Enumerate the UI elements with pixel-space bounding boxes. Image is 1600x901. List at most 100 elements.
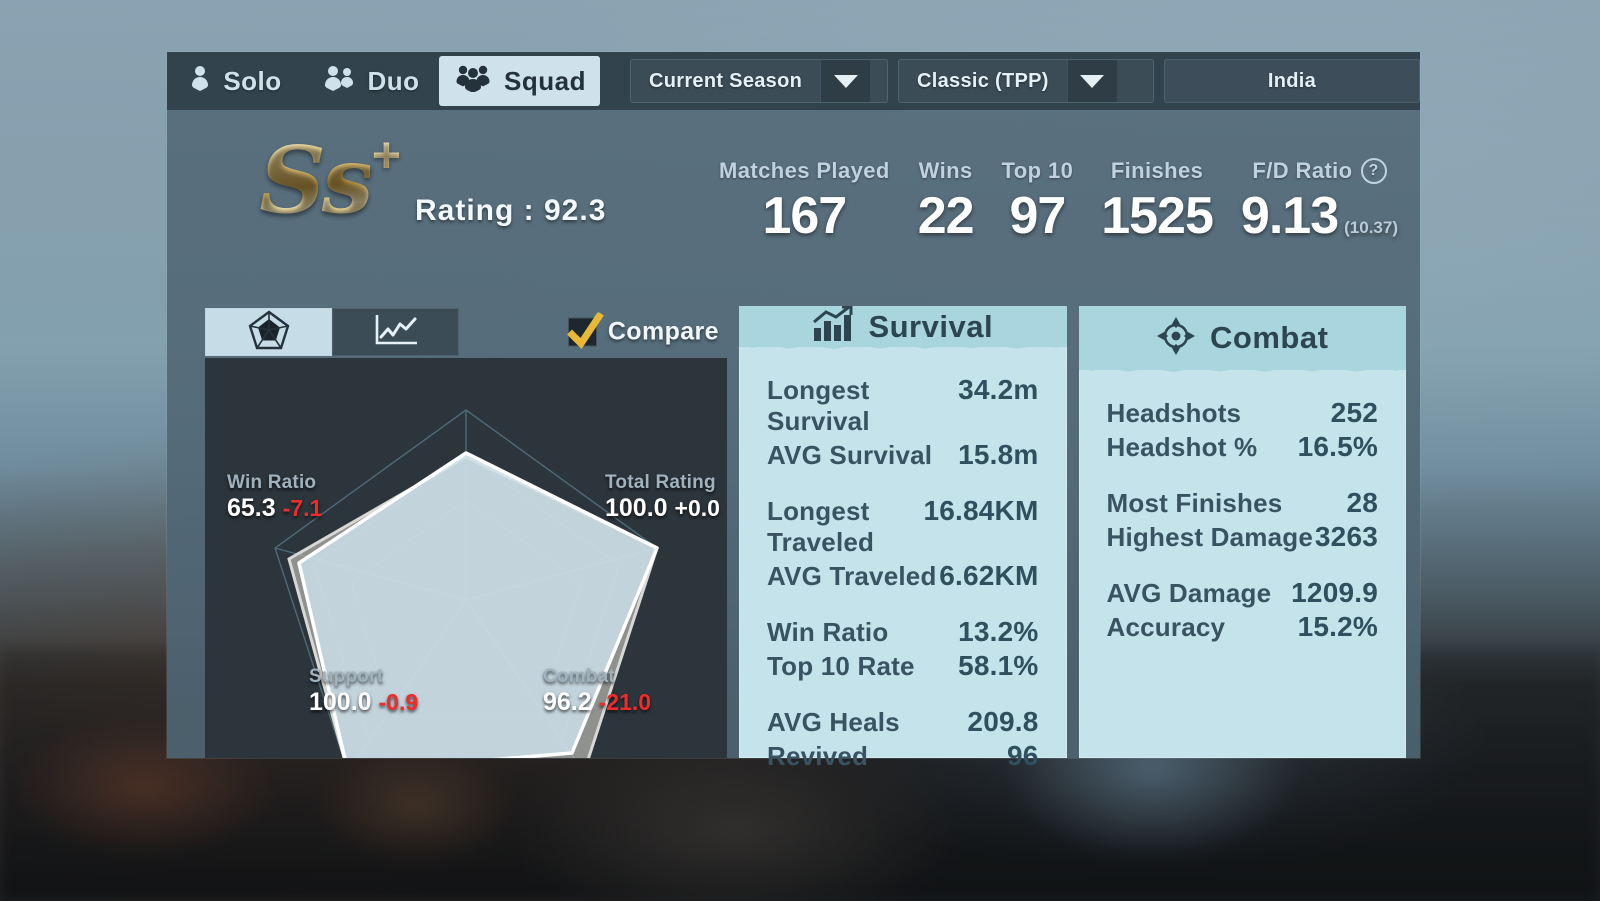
compare-toggle[interactable]: Compare	[566, 312, 719, 349]
survival-panel-header: Survival	[739, 305, 1067, 347]
mode-tab-bar: Solo Duo Squad Current Season Classic (T…	[167, 52, 1420, 110]
region-field[interactable]: India	[1164, 59, 1420, 103]
mode-dropdown[interactable]: Classic (TPP)	[898, 59, 1154, 103]
stat-row: Longest Survival 34.2m	[767, 373, 1039, 438]
stat-row: AVG Traveled 6.62KM	[767, 559, 1039, 593]
stat-name: Longest Survival	[767, 375, 870, 436]
rating-line: Rating : 92.3	[415, 194, 606, 228]
stat-label: Top 10	[1001, 158, 1074, 183]
stat-panels: Survival Longest Survival 34.2m AVG Surv…	[739, 305, 1407, 771]
question-mark-icon[interactable]: ?	[1360, 158, 1387, 184]
tab-solo[interactable]: Solo	[167, 52, 303, 110]
stat-value: 58.1%	[958, 650, 1039, 681]
top-stats-row: Matches Played 167 Wins 22 Top 10 97 Fin…	[705, 158, 1412, 249]
stat-row: Win Ratio 13.2%	[767, 615, 1039, 649]
chart-card: Compare Total Rating 100.0 +0.0 Combat 9…	[205, 306, 727, 758]
survival-panel: Survival Longest Survival 34.2m AVG Surv…	[739, 305, 1067, 771]
season-dropdown[interactable]: Current Season	[630, 59, 888, 103]
stat-value: 15.2%	[1297, 611, 1378, 642]
stat-name: Longest Traveled	[767, 496, 875, 557]
stat-row: AVG Heals 209.8	[767, 705, 1039, 739]
tab-duo-label: Duo	[367, 65, 420, 96]
rank-plus-label: +	[371, 127, 401, 183]
stat-value: 252	[1330, 397, 1378, 428]
stat-value: 6.62KM	[939, 560, 1039, 591]
stat-label: Finishes	[1110, 158, 1204, 183]
stat-value: 16.84KM	[923, 495, 1039, 526]
four-person-icon	[453, 64, 493, 99]
radar-chart-svg	[274, 409, 659, 758]
crosshair-icon	[1156, 316, 1196, 361]
stat-value: 15.8m	[958, 439, 1039, 470]
stat-finishes: Finishes 1525	[1087, 158, 1227, 249]
two-person-icon	[322, 65, 356, 98]
combat-panel-header: Combat	[1078, 306, 1406, 370]
stats-content: Compare Total Rating 100.0 +0.0 Combat 9…	[167, 305, 1420, 771]
stat-row: AVG Survival 15.8m	[767, 438, 1039, 472]
tab-squad-label: Squad	[504, 65, 586, 96]
radar-chart: Survival 77.0 +1.6 Total Rating 100.0 +0…	[205, 358, 727, 758]
stat-name: Headshot %	[1106, 432, 1258, 462]
stat-label: Matches Played	[719, 158, 890, 183]
rank-tier-label: Ss	[259, 126, 373, 234]
stat-value: 1525	[1101, 187, 1214, 245]
stat-value: 13.2%	[958, 616, 1039, 647]
checkmark-icon	[566, 312, 604, 349]
bar-chart-up-icon	[812, 305, 854, 347]
stat-row: Accuracy 15.2%	[1107, 610, 1379, 644]
stat-value: 28	[1346, 487, 1378, 518]
compare-checkbox[interactable]	[566, 312, 604, 349]
stat-label: Wins	[918, 158, 973, 183]
stat-row: Headshots 252	[1107, 396, 1379, 430]
stat-label-text: F/D Ratio	[1252, 158, 1353, 183]
stat-top-10: Top 10 97	[988, 158, 1088, 249]
rating-value: 92.3	[544, 194, 607, 227]
combat-panel-body: Headshots 252 Headshot % 16.5% Most Fini…	[1079, 370, 1407, 758]
stat-fd-ratio: F/D Ratio ? 9.13 (10.37)	[1227, 158, 1412, 249]
combat-panel-title: Combat	[1210, 320, 1329, 355]
chart-view-toggle	[205, 308, 459, 356]
filter-controls: Current Season Classic (TPP) India	[630, 52, 1420, 110]
stat-row: Highest Damage 3263	[1107, 520, 1379, 554]
chevron-down-icon	[820, 60, 871, 102]
stats-window: Solo Duo Squad Current Season Classic (T…	[167, 52, 1420, 771]
chevron-down-icon	[1066, 60, 1117, 102]
tab-duo[interactable]: Duo	[303, 52, 439, 110]
survival-panel-body: Longest Survival 34.2m AVG Survival 15.8…	[739, 347, 1067, 783]
survival-panel-title: Survival	[868, 308, 994, 344]
tab-squad[interactable]: Squad	[439, 56, 600, 106]
radar-view-button[interactable]	[205, 308, 332, 356]
combat-panel: Combat Headshots 252 Headshot % 16.5% Mo…	[1078, 306, 1407, 758]
stat-row: Headshot % 16.5%	[1107, 430, 1379, 464]
stat-value: 16.5%	[1297, 431, 1378, 462]
compare-label: Compare	[607, 317, 719, 346]
stat-name: Revived	[767, 741, 869, 771]
mode-dropdown-value: Classic (TPP)	[917, 69, 1049, 92]
stat-name: AVG Traveled	[767, 561, 937, 591]
chart-toolbar: Compare	[205, 306, 727, 358]
stat-value: 96	[1006, 740, 1039, 771]
stat-value: 209.8	[967, 706, 1039, 737]
single-person-icon	[188, 65, 212, 98]
line-chart-icon	[372, 312, 420, 353]
rank-badge: Ss +	[222, 120, 407, 240]
pentagon-radar-icon	[248, 310, 290, 355]
stat-name: Headshots	[1106, 398, 1242, 428]
summary-header: Ss + Rating : 92.3 Matches Played 167 Wi…	[167, 110, 1420, 350]
line-view-button[interactable]	[332, 308, 459, 356]
rating-label: Rating :	[415, 194, 535, 227]
stat-name: Top 10 Rate	[767, 651, 915, 681]
stat-row: Longest Traveled 16.84KM	[767, 494, 1039, 559]
region-value: India	[1267, 69, 1317, 92]
stat-value: 9.13	[1240, 187, 1339, 245]
stat-row: Most Finishes 28	[1107, 486, 1379, 520]
stat-value: 3263	[1314, 521, 1378, 552]
stat-name: Most Finishes	[1106, 488, 1283, 518]
stat-name: Accuracy	[1106, 612, 1226, 642]
stat-name: AVG Survival	[767, 440, 933, 470]
season-dropdown-value: Current Season	[649, 69, 803, 92]
stat-value: 97	[1009, 187, 1066, 245]
